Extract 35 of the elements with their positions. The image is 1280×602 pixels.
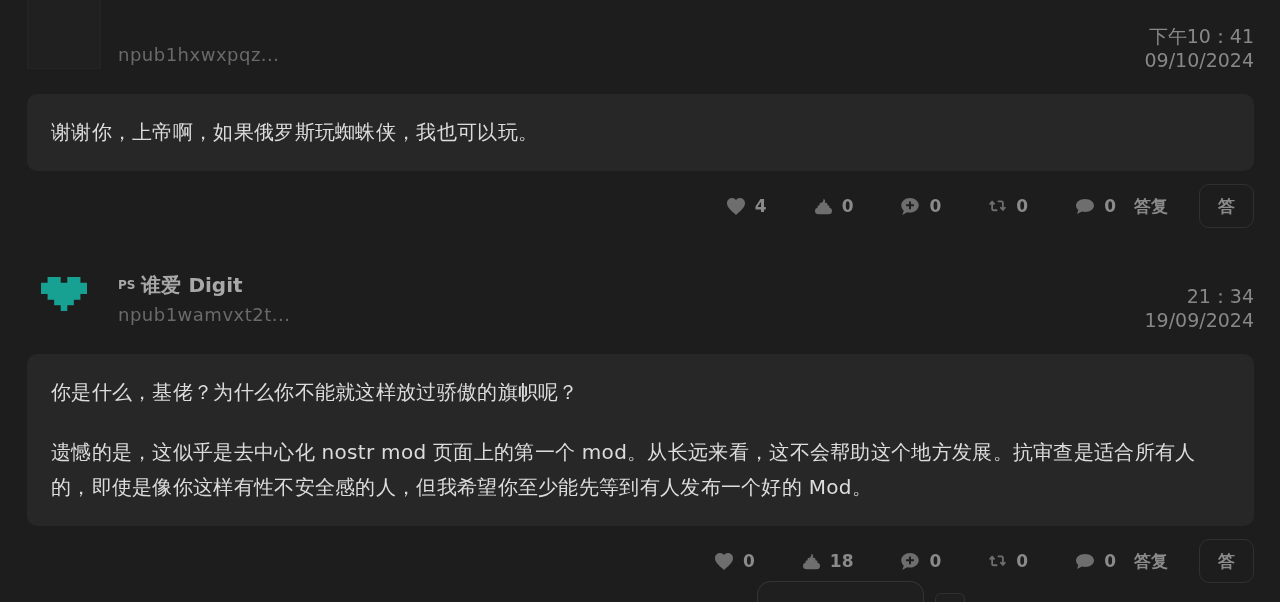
reply-button[interactable]: 答 — [1199, 539, 1254, 583]
pixel-heart-icon — [41, 277, 87, 311]
poop-icon — [814, 197, 832, 215]
author-prefix-label: PS — [118, 278, 136, 292]
repost-icon — [989, 200, 1007, 212]
heart-icon — [714, 552, 733, 570]
post-time: 下午10：41 — [1148, 24, 1254, 48]
speech-bubble-icon — [1076, 198, 1095, 214]
speech-bubble-icon — [1076, 553, 1095, 569]
author-npub[interactable]: npub1hxwxpqz... — [118, 40, 280, 70]
post-date: 19/09/2024 — [1144, 308, 1254, 332]
comment-button[interactable]: 0 — [901, 551, 942, 571]
comment-text: 遗憾的是，这似乎是去中心化 nostr mod 页面上的第一个 mod。从长远来看，这不会帮助这个地方发展。抗审查是适合所有人的，即使是像你这样有性不安全感的人，但我希望你至少能先等到有人发布一个好的 Mod。 — [51, 439, 1197, 501]
replies-button[interactable]: 0 答复 — [1076, 549, 1168, 573]
like-button[interactable]: 0 — [714, 551, 755, 571]
partial-button[interactable] — [757, 581, 924, 602]
author-npub[interactable]: npub1wamvxt2t... — [118, 300, 291, 330]
poop-reaction-button[interactable]: 0 — [814, 196, 854, 216]
comment-plus-icon — [901, 552, 920, 570]
comment-plus-icon — [901, 197, 920, 215]
repost-icon — [989, 555, 1007, 567]
repost-button[interactable]: 0 — [989, 551, 1029, 571]
replies-button[interactable]: 0 答复 — [1076, 194, 1168, 218]
repost-button[interactable]: 0 — [989, 196, 1029, 216]
comment-button[interactable]: 0 — [901, 196, 942, 216]
poop-icon — [802, 552, 820, 570]
post-time: 21：34 — [1186, 284, 1254, 308]
heart-icon — [726, 197, 745, 215]
like-button[interactable]: 4 — [726, 196, 767, 216]
reply-button[interactable]: 答 — [1199, 184, 1254, 228]
comment-text: 谢谢你，上帝啊，如果俄罗斯玩蜘蛛侠，我也可以玩。 — [51, 119, 540, 146]
comment-text: 你是什么，基佬？为什么你不能就这样放过骄傲的旗帜呢？ — [51, 379, 580, 406]
post-date: 09/10/2024 — [1144, 48, 1254, 72]
author-name[interactable]: 谁爱 Digit — [141, 271, 243, 299]
poop-reaction-button[interactable]: 18 — [802, 551, 854, 571]
